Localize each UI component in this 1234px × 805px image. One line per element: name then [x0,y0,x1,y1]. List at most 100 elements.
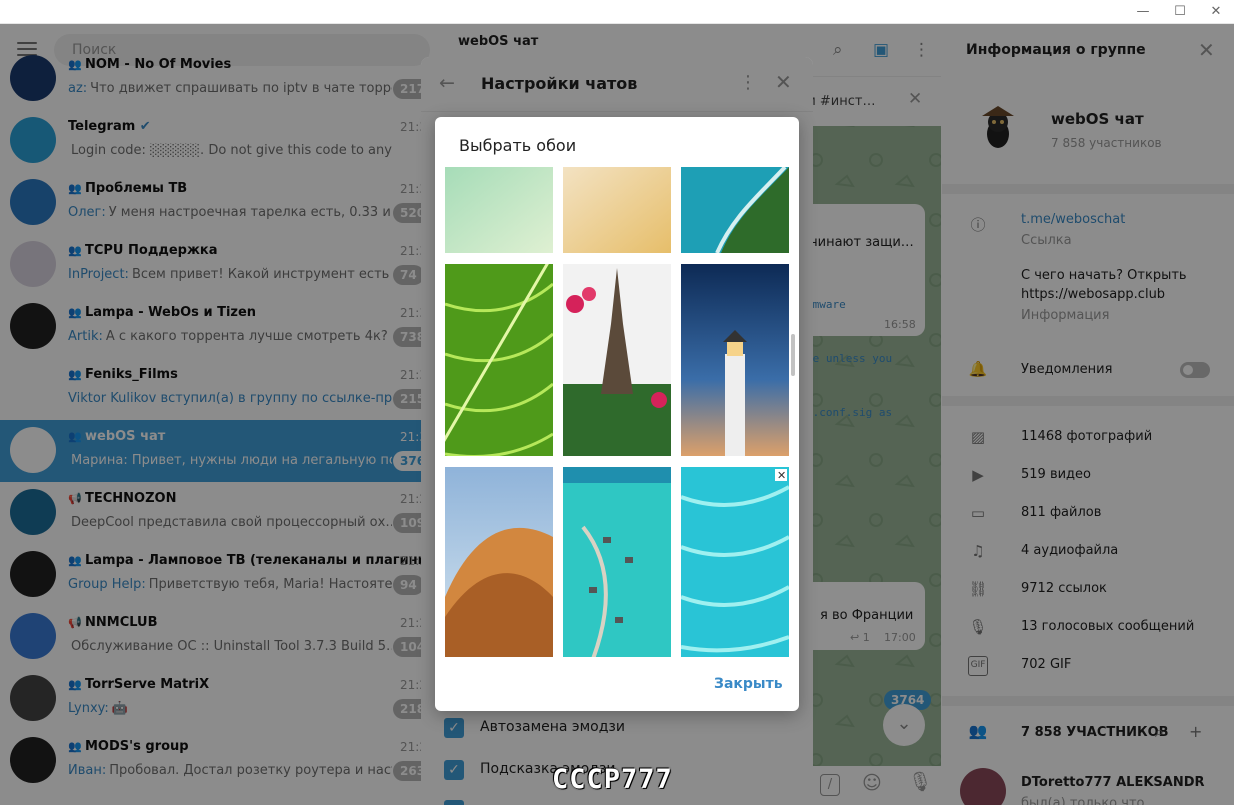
chat-item[interactable]: 👥 NOM - No Of Movies az: Что движет спрашив… [0,48,441,110]
wallpaper-tile[interactable] [445,467,553,657]
chat-name: 👥 Feniks_Films [68,367,178,382]
member-status: был(а) только что [1021,796,1145,805]
search-members-icon[interactable]: ⌕ [1155,722,1164,742]
group-icon: 👥 [68,368,82,381]
code-line: de unless you [806,352,893,365]
chat-item[interactable]: 👥 Feniks_Films Viktor Kulikov вступил(а) в… [0,358,441,420]
reply-count: 1 [862,631,870,644]
wallpaper-tile[interactable] [681,264,789,456]
divider [942,396,1234,406]
media-row[interactable]: ▶ 519 видео [942,464,1234,488]
chat-last-message: Иван: Пробовал. Достал розетку роутера и … [68,763,392,778]
chat-name: 👥 TorrServe MatriX [68,677,210,692]
chat-item[interactable]: 📢 TECHNOZON DeepCool представила свой проц… [0,482,441,544]
media-count-label: 4 аудиофайла [1021,543,1119,558]
scroll-down-button[interactable]: ⌄ [883,704,925,746]
chat-item[interactable]: 👥 TCPU Поддержка InProject: Всем привет! Ка… [0,234,441,296]
group-link[interactable]: t.me/weboschat [1021,212,1125,227]
group-icon: 👥 [68,678,82,691]
chat-last-message: az: Что движет спрашивать по iptv в чате … [68,81,392,96]
members-header: 7 858 УЧАСТНИКОВ [1021,725,1169,740]
chat-name: 👥 Проблемы ТВ [68,181,188,196]
wallpaper-tile[interactable]: ✕ [681,467,789,657]
close-pinned-icon[interactable]: ✕ [908,89,922,109]
minimize-button[interactable]: — [1133,3,1153,21]
close-icon[interactable]: ✕ [1198,38,1215,62]
media-row[interactable]: ▨ 11468 фотографий [942,426,1234,450]
group-name: webOS чат [1051,110,1144,128]
chat-name: 📢 NNMCLUB [68,615,158,630]
group-icon: 👥 [68,58,82,71]
media-row[interactable]: 🎙 13 голосовых сообщений [942,616,1234,640]
chat-item[interactable]: 👥 MODS's group Иван: Пробовал. Достал розет… [0,730,441,792]
media-count-label: 9712 ссылок [1021,581,1107,596]
member-avatar[interactable] [960,768,1006,805]
wallpaper-tile[interactable] [681,167,789,253]
window-titlebar: — ☐ ✕ [0,0,1234,24]
chat-item[interactable]: 👥 webOS чат Марина: Привет, нужны люди на … [0,420,441,482]
command-icon[interactable]: / [820,774,840,796]
members-icon: 👥 [968,722,988,740]
file-icon: ▭ [970,504,986,522]
chat-last-message: Олег: У меня настроечная тарелка есть, 0.… [68,205,392,220]
chat-item[interactable]: 👥 Lampa - WebOs и Tizen Artik: А с какого т… [0,296,441,358]
chat-last-message: InProject: Всем привет! Какой инструмент … [68,267,392,282]
dialog-scrollbar[interactable] [791,334,795,376]
video-icon: ▶ [972,466,984,484]
member-count: 7 858 участников [1051,136,1162,150]
microphone-icon: 🎙 [968,618,988,636]
chat-item[interactable]: 👥 Проблемы ТВ Олег: У меня настроечная таре… [0,172,441,234]
media-row[interactable]: ♫ 4 аудиофайла [942,540,1234,564]
maximize-button[interactable]: ☐ [1170,3,1190,21]
chat-avatar [10,55,56,101]
chat-name: 👥 Lampa - Ламповое ТВ (телеканалы и плаги… [68,553,436,568]
channel-icon: 📢 [68,492,82,505]
wallpaper-tile[interactable] [563,467,671,657]
chat-avatar [10,613,56,659]
media-count-label: 811 файлов [1021,505,1102,520]
group-icon: 👥 [68,244,82,257]
chat-item[interactable]: Telegram ✔ Login code: ░░░░░. Do not give… [0,110,441,172]
group-icon: 👥 [68,182,82,195]
chat-name: 👥 TCPU Поддержка [68,243,218,258]
chat-last-message: Марина: Привет, нужны люди на легальную … [71,453,392,468]
media-row[interactable]: GIF 702 GIF [942,654,1234,678]
notifications-toggle[interactable] [1180,362,1210,378]
code-line: o.conf.sig as [806,406,893,419]
notifications-label: Уведомления [1021,362,1113,377]
chat-item[interactable]: 👥 TorrServe MatriX Lynxy: 🤖 21:2 2182 [0,668,441,730]
media-row[interactable]: ⛓ 9712 ссылок [942,578,1234,602]
wallpaper-tile[interactable] [563,264,671,456]
message-time: 17:00 [884,631,916,644]
group-icon: 👥 [68,306,82,319]
chat-item[interactable]: 📢 NNMCLUB Обслуживание ОС :: Uninstall Too… [0,606,441,668]
chat-avatar [10,365,56,411]
more-icon[interactable]: ⋮ [913,40,930,60]
link-label: Ссылка [1021,233,1072,248]
group-icon: 👥 [68,740,82,753]
chat-item[interactable]: 👥 Lampa - Ламповое ТВ (телеканалы и плаги… [0,544,441,606]
search-icon[interactable]: ⌕ [833,40,843,60]
wallpaper-tile[interactable] [445,264,553,456]
wallpaper-tile[interactable] [563,167,671,253]
media-row[interactable]: ▭ 811 файлов [942,502,1234,526]
info-url[interactable]: https://webosapp.club [1021,287,1165,302]
chat-title[interactable]: webOS чат [458,34,538,49]
close-dialog-button[interactable]: Закрыть [714,676,783,692]
member-name[interactable]: DToretto777 ALEKSANDR [1021,775,1205,790]
add-member-icon[interactable]: + [1189,722,1202,741]
divider [942,696,1234,706]
close-window-button[interactable]: ✕ [1206,3,1226,21]
group-icon: 👥 [68,554,82,567]
chat-name: 👥 webOS чат [68,429,166,444]
info-text: С чего начать? Открыть [1021,268,1187,283]
sidebar-toggle-icon[interactable]: ▣ [873,40,889,60]
gif-icon: GIF [968,656,988,676]
svg-text:✕: ✕ [777,469,786,482]
microphone-icon[interactable]: 🎙 [908,770,932,793]
panel-title: Информация о группе [966,42,1146,58]
group-avatar[interactable] [970,100,1026,156]
chat-last-message: DeepCool представила свой процессорный о… [71,515,392,530]
emoji-icon[interactable]: ☺ [862,772,882,794]
wallpaper-tile[interactable] [445,167,553,253]
